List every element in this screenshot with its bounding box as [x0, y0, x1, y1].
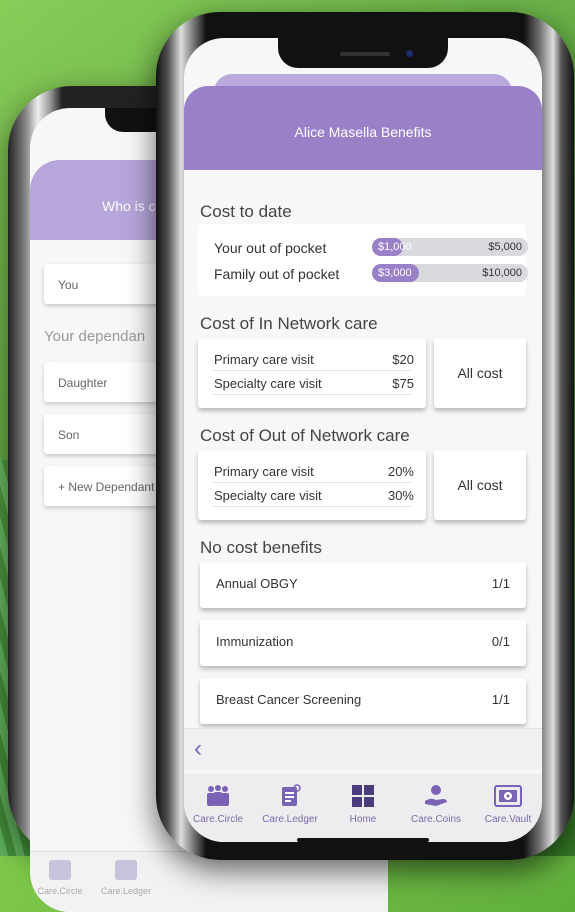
out-network-specialty-value: 30% — [387, 488, 414, 503]
back-tab-care-circle[interactable]: Care.Circle — [30, 860, 90, 896]
camera — [406, 50, 413, 57]
out-of-pocket-max: $5,000 — [488, 241, 522, 253]
speaker — [340, 52, 390, 56]
divider — [212, 370, 412, 371]
no-cost-item-label: Immunization — [216, 634, 294, 649]
out-network-title: Cost of Out of Network care — [200, 426, 410, 445]
family-out-of-pocket-label: Family out of pocket — [214, 266, 340, 282]
in-network-title: Cost of In Network care — [200, 314, 378, 333]
no-cost-item-value: 0/1 — [491, 634, 510, 649]
tab-care-coins[interactable]: Care.Coins — [402, 784, 470, 825]
family-out-of-pocket-value: $3,000 — [378, 267, 412, 279]
out-network-specialty-label: Specialty care visit — [214, 488, 322, 503]
tab-care-circle-label: Care.Circle — [192, 814, 243, 825]
tab-care-ledger[interactable]: Care.Ledger — [256, 784, 324, 825]
cost-to-date-title: Cost to date — [200, 202, 292, 221]
in-network-all-cost-label: All cost — [457, 365, 503, 381]
in-network-all-cost-button[interactable]: All cost — [434, 338, 526, 408]
no-cost-item-label: Breast Cancer Screening — [216, 692, 362, 707]
divider — [212, 394, 412, 395]
cost-to-date-panel: Your out of pocket $1,000 $5,000 Family … — [198, 224, 528, 296]
out-network-all-cost-label: All cost — [457, 477, 503, 493]
tab-care-vault-label: Care.Vault — [484, 814, 532, 825]
out-network-primary-label: Primary care visit — [214, 464, 314, 479]
in-network-primary-value: $20 — [392, 352, 414, 367]
back-tab-care-ledger[interactable]: Care.Ledger — [96, 860, 156, 896]
dependants-label: Your dependan — [44, 328, 146, 345]
out-of-pocket-label: Your out of pocket — [214, 240, 327, 256]
in-network-primary-label: Primary care visit — [214, 352, 314, 367]
out-network-primary-value: 20% — [387, 464, 414, 479]
family-out-of-pocket-max: $10,000 — [482, 267, 522, 279]
tab-care-vault[interactable]: Care.Vault — [474, 784, 542, 825]
tab-care-ledger-label: Care.Ledger — [262, 814, 318, 825]
front-phone: Alice Masella Benefits Cost to date Your… — [156, 12, 574, 860]
tab-bar: Care.Circle Care.Ledger Home Care.Coins … — [184, 774, 542, 842]
home-grid-icon — [352, 785, 374, 807]
no-cost-item-breast-cancer-screening[interactable]: Breast Cancer Screening 1/1 — [200, 678, 526, 724]
care-ledger-icon — [115, 860, 137, 880]
out-network-card[interactable]: Primary care visit 20% Specialty care vi… — [198, 450, 426, 520]
care-coins-icon — [425, 785, 447, 806]
back-arrow-icon[interactable]: ‹ — [194, 735, 202, 763]
tab-care-circle[interactable]: Care.Circle — [184, 784, 252, 825]
family-out-of-pocket-bar: $3,000 $10,000 — [372, 264, 528, 282]
page-title: Alice Masella Benefits — [294, 124, 432, 140]
out-network-all-cost-button[interactable]: All cost — [434, 450, 526, 520]
divider — [212, 506, 412, 507]
out-of-pocket-bar: $1,000 $5,000 — [372, 238, 528, 256]
in-network-specialty-value: $75 — [392, 376, 414, 391]
care-ledger-icon — [282, 784, 301, 806]
tab-home[interactable]: Home — [329, 784, 397, 825]
care-circle-icon — [207, 785, 229, 806]
divider — [212, 482, 412, 483]
in-network-card[interactable]: Primary care visit $20 Specialty care vi… — [198, 338, 426, 408]
out-of-pocket-value: $1,000 — [378, 241, 412, 253]
no-cost-item-value: 1/1 — [491, 692, 510, 707]
tab-care-coins-label: Care.Coins — [410, 814, 462, 825]
no-cost-item-annual-obgy[interactable]: Annual OBGY 1/1 — [200, 562, 526, 608]
no-cost-item-label: Annual OBGY — [216, 576, 298, 591]
no-cost-item-value: 1/1 — [491, 576, 510, 591]
back-header-title: Who is c — [102, 198, 156, 214]
phone-screen: Alice Masella Benefits Cost to date Your… — [184, 38, 542, 842]
no-cost-item-immunization[interactable]: Immunization 0/1 — [200, 620, 526, 666]
nav-bar: ‹ — [184, 728, 542, 769]
no-cost-title: No cost benefits — [200, 538, 322, 557]
care-vault-icon — [494, 785, 522, 807]
home-indicator — [297, 838, 429, 842]
back-tabbar: Care.Circle Care.Ledger — [30, 851, 388, 912]
in-network-specialty-label: Specialty care visit — [214, 376, 322, 391]
tab-home-label: Home — [349, 814, 377, 825]
care-circle-icon — [49, 860, 71, 880]
